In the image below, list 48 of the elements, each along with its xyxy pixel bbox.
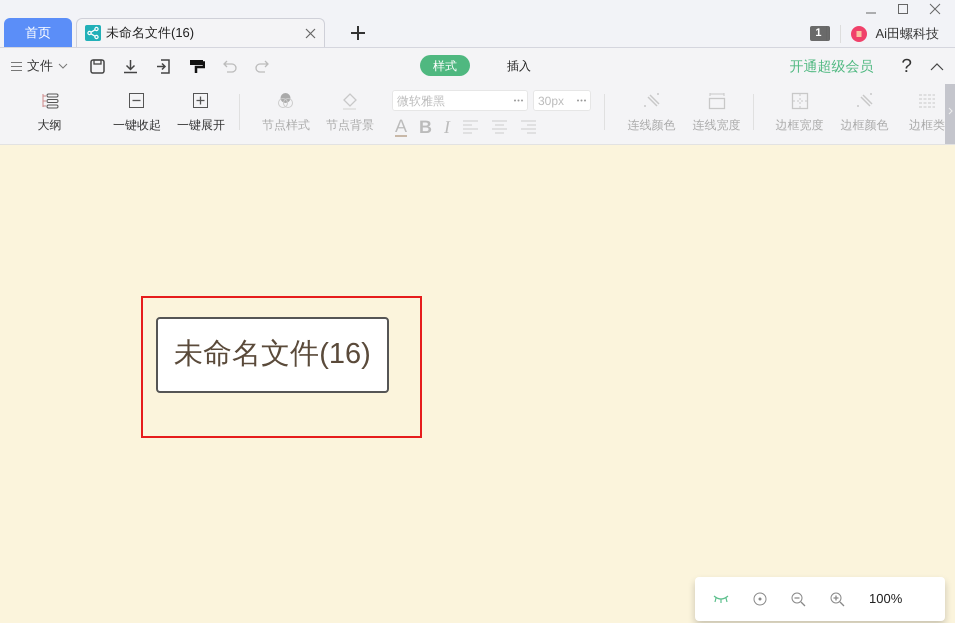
zoom-out-icon[interactable] (791, 592, 806, 606)
outline-icon (40, 92, 58, 110)
mind-map-icon (85, 25, 101, 41)
italic-button[interactable]: I (444, 114, 450, 140)
zoom-level: 100% (869, 590, 902, 608)
collapse-all-icon (128, 92, 146, 110)
zoom-in-icon[interactable] (830, 592, 845, 606)
help-button[interactable]: ? (901, 56, 912, 76)
line-width-icon (708, 92, 726, 110)
maximize-icon[interactable] (897, 3, 909, 15)
user-name[interactable]: Ai田螺科技 (875, 24, 939, 44)
close-icon[interactable] (305, 28, 316, 38)
border-style-icon (918, 92, 936, 110)
avatar-icon[interactable] (851, 26, 868, 42)
save-icon[interactable] (89, 58, 106, 74)
fill-bucket-icon (341, 92, 359, 110)
fit-center-icon[interactable] (753, 592, 767, 606)
mind-map-node[interactable]: 未命名文件(16) (156, 317, 389, 393)
mode-tab[interactable]: 样式 (420, 55, 470, 76)
font-color-button[interactable]: A (395, 117, 408, 137)
eye-closed-icon[interactable] (713, 595, 729, 603)
tab[interactable]: 未命名文件(16) (76, 18, 325, 47)
paint-roller-icon[interactable] (188, 58, 205, 74)
node-style-icon (277, 92, 295, 110)
brush-icon (642, 92, 660, 110)
border-grid-icon (790, 92, 808, 110)
close-icon[interactable] (929, 3, 941, 15)
brush-icon (856, 92, 874, 110)
more-icon (514, 99, 523, 102)
mode-tab[interactable]: 插入 (494, 55, 544, 76)
add-tab-icon[interactable] (351, 26, 365, 40)
font-size-field[interactable]: 30px (533, 90, 591, 111)
expand-all-icon (192, 92, 210, 110)
font-family-field[interactable]: 微软雅黑 (392, 90, 528, 111)
file-menu[interactable]: 文件 (11, 56, 68, 76)
more-icon (577, 99, 586, 102)
menu-icon (11, 62, 22, 70)
ribbon-button[interactable]: 一键收起 (105, 84, 169, 145)
notification-badge[interactable]: 1 (810, 26, 830, 42)
import-icon[interactable] (155, 58, 172, 74)
ribbon-button[interactable]: 大纲 (2, 84, 97, 145)
bold-button[interactable]: B (419, 114, 432, 140)
upgrade-link[interactable]: 开通超级会员 (789, 56, 874, 77)
download-icon[interactable] (122, 58, 139, 74)
collapse-icon[interactable] (930, 62, 944, 70)
ribbon-button[interactable]: 一键展开 (169, 84, 233, 145)
tab[interactable]: 首页 (4, 18, 72, 47)
chevron-down-icon (58, 63, 68, 69)
